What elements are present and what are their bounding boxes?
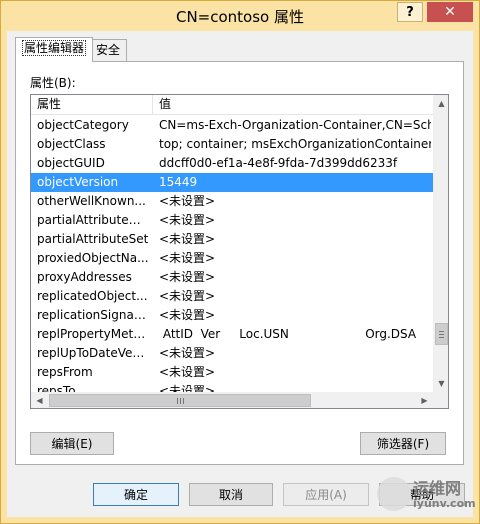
- table-row[interactable]: objectGUID ddcff0d0-ef1a-4e8f-9fda-7d399d…: [31, 154, 433, 173]
- attribute-value: <未设置>: [159, 308, 216, 322]
- scroll-up-icon[interactable]: ▲: [433, 95, 448, 112]
- attribute-name: repsFrom: [37, 365, 93, 379]
- attribute-name: objectCategory: [37, 118, 129, 132]
- table-row[interactable]: repsTo <未设置>: [31, 382, 433, 392]
- attribute-editor-panel: 属性(B): 属性 值 objectCategory CN=ms-Exch-Org…: [15, 61, 464, 465]
- table-row[interactable]: proxyAddresses <未设置>: [31, 268, 433, 287]
- scrollbar-corner: [433, 392, 448, 408]
- attribute-name: objectVersion: [37, 175, 119, 189]
- attribute-name: proxiedObjectNa...: [37, 251, 149, 265]
- table-row[interactable]: objectVersion 15449: [31, 173, 433, 192]
- attribute-value: 15449: [159, 175, 198, 189]
- table-row[interactable]: replicationSignat... <未设置>: [31, 306, 433, 325]
- scroll-left-icon[interactable]: ◀: [31, 392, 48, 408]
- attribute-value: ddcff0d0-ef1a-4e8f-9fda-7d399dd6233f: [159, 156, 398, 170]
- attribute-value: <未设置>: [159, 213, 216, 227]
- thumb-grip: [183, 398, 184, 404]
- attributes-list[interactable]: 属性 值 objectCategory CN=ms-Exch-Organizati…: [30, 94, 449, 409]
- attribute-name: replicatedObject...: [37, 289, 148, 303]
- attribute-name: otherWellKnown...: [37, 194, 146, 208]
- attribute-value: CN=ms-Exch-Organization-Container,CN=Sch…: [159, 118, 431, 132]
- tab-attribute-editor-label: 属性编辑器: [22, 40, 87, 56]
- attribute-value: <未设置>: [159, 384, 216, 392]
- edit-button[interactable]: 编辑(E): [30, 432, 114, 455]
- filter-button[interactable]: 筛选器(F): [360, 432, 446, 455]
- table-row[interactable]: replPropertyMeta... AttID Ver Loc.USN Or…: [31, 325, 433, 344]
- attribute-value: <未设置>: [159, 270, 216, 284]
- horizontal-scroll-thumb[interactable]: [49, 394, 311, 407]
- attribute-name: partialAttributeSet: [37, 232, 149, 246]
- help-title-button[interactable]: ?: [397, 2, 423, 22]
- vertical-scroll-thumb[interactable]: [435, 323, 448, 345]
- attribute-name: replicationSignat...: [37, 308, 149, 322]
- attribute-value: <未设置>: [159, 232, 216, 246]
- attribute-value: top; container; msExchOrganizationContai…: [159, 137, 431, 151]
- attribute-name: proxyAddresses: [37, 270, 132, 284]
- attribute-name: objectGUID: [37, 156, 105, 170]
- attributes-label: 属性(B):: [30, 76, 76, 90]
- watermark-text: 运维网: [413, 479, 462, 498]
- watermark-logo-icon: [377, 477, 411, 511]
- table-row[interactable]: partialAttributeDe... <未设置>: [31, 211, 433, 230]
- cancel-button[interactable]: 取消: [189, 483, 273, 506]
- attribute-value: <未设置>: [159, 365, 216, 379]
- attribute-name: objectClass: [37, 137, 106, 151]
- column-header-value[interactable]: 值: [153, 95, 433, 115]
- attribute-value: <未设置>: [159, 289, 216, 303]
- attribute-value: AttID Ver Loc.USN Org.DSA: [159, 327, 417, 341]
- list-body: objectCategory CN=ms-Exch-Organization-Co…: [31, 116, 433, 392]
- attribute-name: partialAttributeDe...: [37, 213, 149, 227]
- scroll-down-icon[interactable]: ▼: [433, 375, 448, 392]
- table-row[interactable]: replUpToDateVec... <未设置>: [31, 344, 433, 363]
- ok-button[interactable]: 确定: [93, 483, 179, 506]
- table-row[interactable]: proxiedObjectNa... <未设置>: [31, 249, 433, 268]
- close-button[interactable]: ✕: [427, 2, 473, 22]
- tab-security[interactable]: 安全: [89, 39, 128, 61]
- apply-button[interactable]: 应用(A): [283, 483, 369, 506]
- site-watermark: 运维网 iyunv.com: [373, 471, 476, 517]
- table-row[interactable]: objectCategory CN=ms-Exch-Organization-Co…: [31, 116, 433, 135]
- attribute-value: <未设置>: [159, 194, 216, 208]
- thumb-grip: [439, 331, 444, 332]
- table-row[interactable]: otherWellKnown... <未设置>: [31, 192, 433, 211]
- watermark-domain: iyunv.com: [413, 497, 476, 510]
- attribute-value: <未设置>: [159, 251, 216, 265]
- thumb-grip: [439, 334, 444, 335]
- table-row[interactable]: replicatedObject... <未设置>: [31, 287, 433, 306]
- attribute-name: repsTo: [37, 384, 76, 392]
- attribute-name: replPropertyMeta...: [37, 327, 149, 341]
- column-header-attribute[interactable]: 属性: [31, 95, 153, 115]
- list-header: 属性 值: [31, 95, 433, 115]
- thumb-grip: [439, 337, 444, 338]
- tab-security-label: 安全: [96, 43, 121, 57]
- thumb-grip: [177, 398, 178, 404]
- thumb-grip: [180, 398, 181, 404]
- table-row[interactable]: repsFrom <未设置>: [31, 363, 433, 382]
- horizontal-scrollbar[interactable]: ◀ ▶: [31, 392, 433, 408]
- attribute-name: replUpToDateVec...: [37, 346, 149, 360]
- table-row[interactable]: partialAttributeSet <未设置>: [31, 230, 433, 249]
- tab-attribute-editor[interactable]: 属性编辑器: [15, 37, 94, 62]
- vertical-scrollbar[interactable]: ▲ ▼: [433, 95, 448, 392]
- table-row[interactable]: objectClass top; container; msExchOrganiz…: [31, 135, 433, 154]
- attribute-value: <未设置>: [159, 346, 216, 360]
- scroll-right-icon[interactable]: ▶: [416, 392, 433, 408]
- title-bar[interactable]: CN=contoso 属性 ? ✕: [1, 1, 479, 31]
- dialog-client-area: 属性编辑器 安全 属性(B): 属性 值 objectCategory CN=ms…: [7, 31, 473, 517]
- properties-dialog: CN=contoso 属性 ? ✕ 属性编辑器 安全 属性(B): 属性 值 o…: [0, 0, 480, 524]
